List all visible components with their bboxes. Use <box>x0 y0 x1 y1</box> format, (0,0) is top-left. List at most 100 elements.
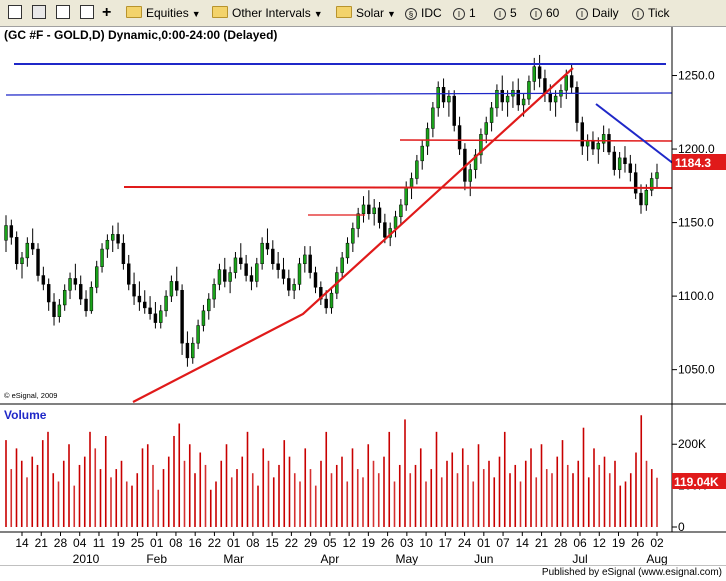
month-label: 2010 <box>73 552 100 565</box>
solar-menu[interactable]: Solar ▼ <box>336 4 396 22</box>
equities-menu[interactable]: Equities ▼ <box>126 4 201 22</box>
candle-body <box>409 178 414 188</box>
other-intervals-menu[interactable]: Other Intervals ▼ <box>212 4 323 22</box>
candle-body <box>180 289 184 344</box>
candle-body <box>633 172 638 194</box>
add-icon[interactable]: + <box>102 4 111 22</box>
candle-body <box>564 75 569 91</box>
candle-body <box>372 207 376 215</box>
candle-body <box>207 298 211 312</box>
resistance-line-1200[interactable] <box>399 139 673 142</box>
candle-body <box>52 301 56 317</box>
candle-body <box>255 263 259 282</box>
candle-body <box>137 295 142 303</box>
candle-body <box>527 81 531 100</box>
candle-body <box>228 272 232 282</box>
price-tick-label: 1050.0 <box>678 363 715 377</box>
candle-body <box>20 257 24 265</box>
tick-button[interactable]: I Tick <box>632 4 670 22</box>
candle-body <box>185 342 190 359</box>
candle-body <box>644 189 649 206</box>
month-label: Mar <box>223 552 244 565</box>
day-tick-label: 11 <box>93 536 106 550</box>
candle-body <box>271 248 275 265</box>
candle-body <box>404 187 408 206</box>
candle-body <box>553 95 558 103</box>
chart-title: (GC #F - GOLD,D) Dynamic,0:00-24:00 (Del… <box>4 28 277 42</box>
day-tick-label: 07 <box>496 536 510 550</box>
day-tick-label: 25 <box>131 536 145 550</box>
day-tick-label: 21 <box>535 536 549 550</box>
candle-body <box>14 237 19 265</box>
interval-1-button[interactable]: I1 <box>453 4 476 22</box>
candle-body <box>420 145 424 162</box>
candle-body <box>62 289 67 306</box>
idc-button[interactable]: § IDC <box>405 4 442 22</box>
day-tick-label: 26 <box>381 536 395 550</box>
candle-body <box>223 269 227 282</box>
day-tick-label: 19 <box>612 536 626 550</box>
candle-body <box>41 275 46 285</box>
month-label: Jul <box>572 552 587 565</box>
day-tick-label: 01 <box>477 536 491 550</box>
day-tick-label: 06 <box>573 536 587 550</box>
candle-body <box>281 269 286 279</box>
candle-body <box>308 254 312 273</box>
candle-body <box>617 157 622 170</box>
daily-button[interactable]: I Daily <box>576 4 619 22</box>
chevron-down-icon: ▼ <box>313 9 323 19</box>
candle-body <box>94 266 99 288</box>
month-label: Apr <box>321 552 340 565</box>
candle-body <box>175 281 179 291</box>
tick-label: Tick <box>648 6 670 20</box>
interval-circle-icon: I <box>576 8 588 20</box>
price-chart[interactable]: 1050.01100.01150.01200.01250.00100K200K1… <box>0 27 726 565</box>
candle-body <box>367 204 371 215</box>
candle-body <box>100 248 104 267</box>
day-tick-label: 03 <box>400 536 414 550</box>
support-line-1170[interactable] <box>123 186 673 189</box>
day-tick-label: 26 <box>631 536 645 550</box>
properties-icon[interactable] <box>80 5 94 19</box>
candle-body <box>233 257 238 273</box>
interval-5-label: 5 <box>510 6 517 20</box>
day-tick-label: 22 <box>208 536 222 550</box>
candle-body <box>287 278 291 291</box>
layout-icon[interactable] <box>56 5 70 19</box>
day-tick-label: 02 <box>650 536 664 550</box>
day-tick-label: 14 <box>516 536 530 550</box>
volume-tick-label: 0 <box>678 520 685 534</box>
candle-body <box>159 310 163 323</box>
day-tick-label: 22 <box>285 536 299 550</box>
candle-body <box>628 163 633 173</box>
day-tick-label: 17 <box>439 536 453 550</box>
candle-body <box>548 92 552 103</box>
solar-label: Solar <box>356 6 385 20</box>
candle-body <box>239 257 243 265</box>
candle-body <box>340 257 344 273</box>
interval-60-button[interactable]: I 60 <box>530 4 559 22</box>
day-tick-label: 28 <box>554 536 568 550</box>
candle-body <box>436 87 440 109</box>
new-chart-icon[interactable] <box>8 5 22 19</box>
candle-body <box>30 242 35 250</box>
candle-body <box>447 95 451 103</box>
candle-body <box>164 295 168 312</box>
candle-body <box>500 89 504 103</box>
open-icon[interactable] <box>32 5 46 19</box>
day-tick-label: 10 <box>419 536 433 550</box>
day-tick-label: 21 <box>35 536 49 550</box>
day-tick-label: 08 <box>246 536 260 550</box>
candle-body <box>57 304 62 317</box>
last-price-label: 1184.3 <box>675 156 711 170</box>
day-tick-label: 05 <box>323 536 337 550</box>
candle-body <box>537 66 542 79</box>
candle-body <box>68 278 72 291</box>
candle-body <box>591 139 595 150</box>
interval-5-button[interactable]: I5 <box>494 4 517 22</box>
candle-body <box>116 234 120 244</box>
candle-body <box>655 172 659 179</box>
candle-body <box>25 242 30 259</box>
day-tick-label: 04 <box>73 536 87 550</box>
candle-body <box>9 225 14 238</box>
